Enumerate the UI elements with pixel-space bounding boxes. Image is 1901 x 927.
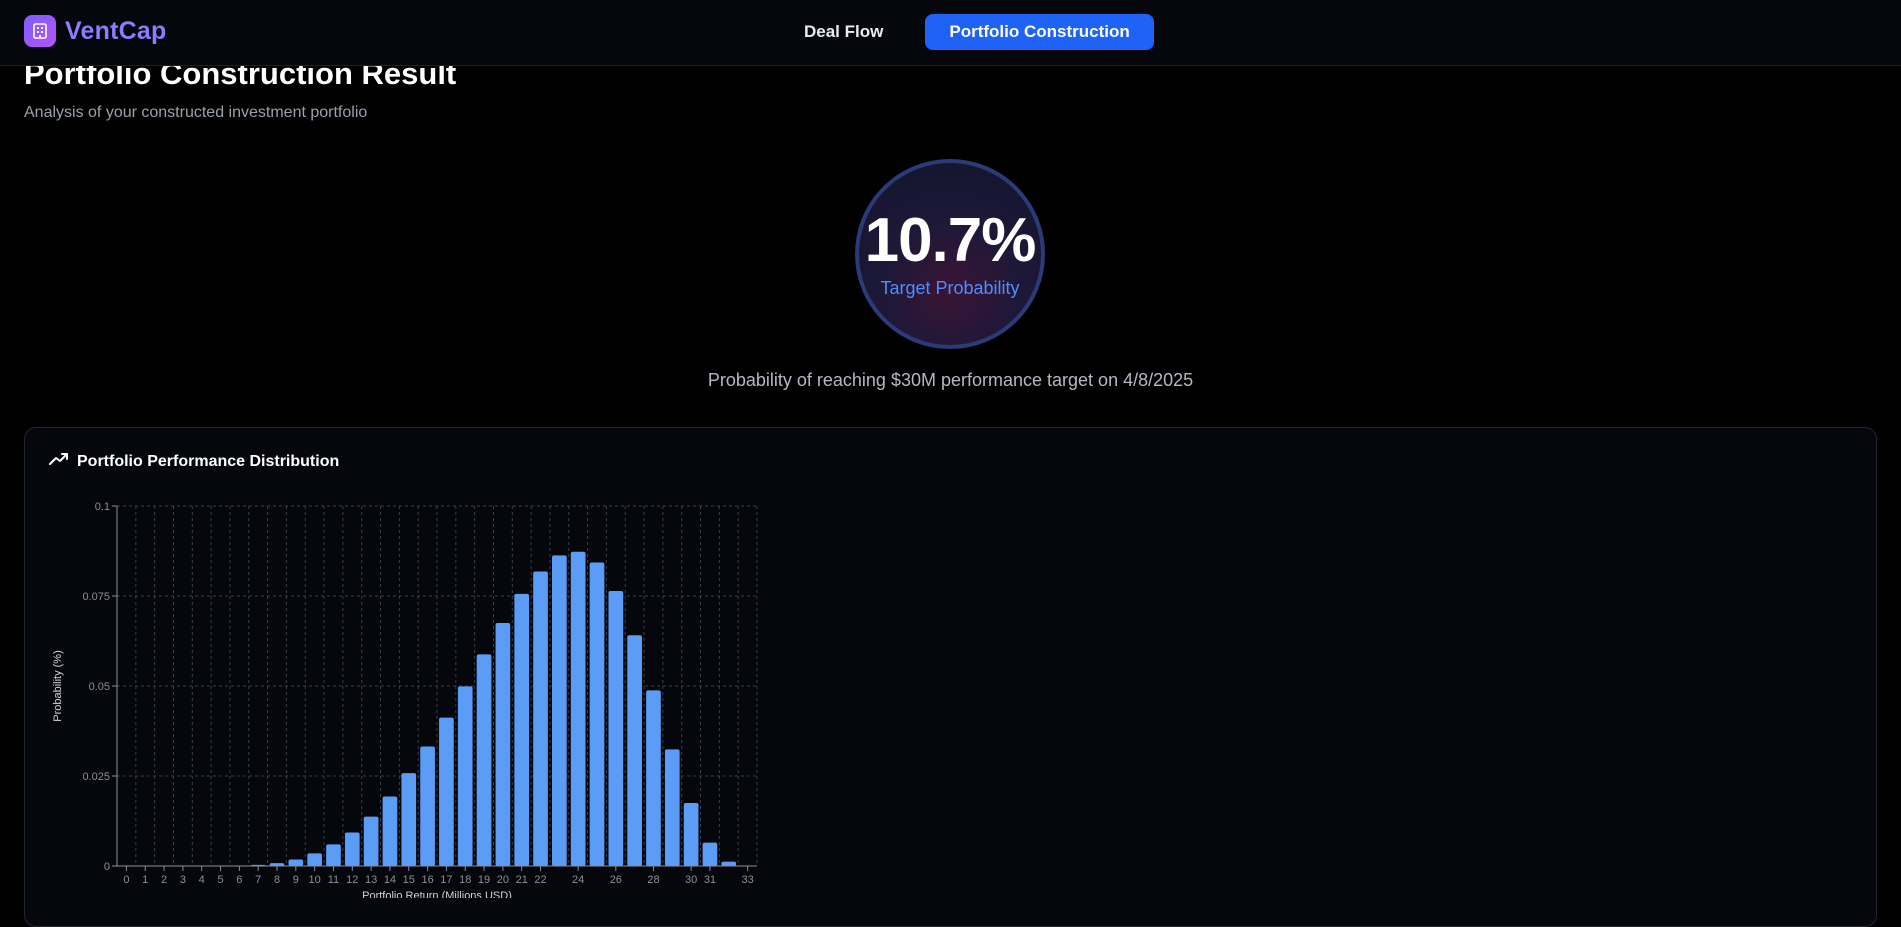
bar-31 — [702, 842, 718, 866]
x-tick-label: 26 — [610, 874, 622, 886]
y-tick-label: 0 — [104, 861, 110, 873]
target-probability-value: 10.7% — [864, 206, 1037, 275]
y-tick-label: 0.05 — [89, 681, 110, 693]
x-tick-label: 28 — [647, 874, 659, 886]
x-tick-label: 31 — [704, 874, 716, 886]
bar-21 — [514, 593, 530, 866]
distribution-chart: 00.0250.050.0750.10 1 2 3 4 5 6 7 8 9 10 11 12 13 14 15… — [52, 501, 758, 898]
x-tick-label: 7 — [255, 874, 261, 886]
y-tick-label: 0.025 — [82, 771, 110, 783]
y-tick-label: 0.075 — [82, 591, 110, 603]
x-tick-label: 8 — [274, 874, 280, 886]
bar-14 — [382, 796, 398, 866]
bar-30 — [683, 803, 699, 866]
bar-18 — [457, 686, 473, 866]
x-tick-label: 5 — [217, 874, 223, 886]
trending-up-icon — [49, 452, 69, 471]
bar-16 — [420, 746, 435, 866]
x-tick-label: 12 — [346, 874, 358, 886]
x-tick-label: 20 — [497, 874, 509, 886]
x-tick-label: 16 — [421, 874, 433, 886]
bar-19 — [476, 654, 492, 866]
x-axis-label: Portfolio Return (Millions USD) — [362, 890, 512, 898]
y-axis-label: Probability (%) — [52, 650, 64, 722]
bar-29 — [664, 749, 680, 866]
x-tick-label: 13 — [365, 874, 377, 886]
card-title: Portfolio Performance Distribution — [77, 452, 340, 470]
card-header: Portfolio Performance Distribution — [49, 452, 339, 471]
bar-9 — [288, 859, 304, 866]
x-tick-label: 11 — [328, 874, 339, 886]
building-icon — [24, 15, 56, 47]
bar-20 — [495, 623, 511, 866]
x-tick-label: 2 — [161, 874, 167, 886]
x-tick-label: 1 — [142, 874, 148, 886]
bar-12 — [344, 832, 360, 866]
target-probability-circle: 10.7% Target Probability — [855, 159, 1045, 349]
target-probability-label: Target Probability — [880, 278, 1020, 298]
brand[interactable]: VentCap — [24, 15, 166, 47]
bar-15 — [401, 773, 417, 866]
bar-17 — [439, 717, 454, 866]
nav-deal-flow[interactable]: Deal Flow — [780, 14, 907, 50]
top-navigation-bar: VentCap Deal Flow Portfolio Construction — [0, 0, 1901, 66]
x-tick-label: 0 — [123, 874, 129, 886]
bar-28 — [646, 690, 661, 866]
x-tick-label: 21 — [516, 874, 528, 886]
bar-25 — [589, 562, 605, 866]
bar-13 — [363, 816, 379, 866]
x-tick-label: 19 — [478, 874, 490, 886]
bar-11 — [326, 844, 341, 866]
x-tick-label: 15 — [403, 874, 415, 886]
x-tick-label: 17 — [440, 874, 452, 886]
nav-portfolio-construction[interactable]: Portfolio Construction — [925, 14, 1154, 50]
x-tick-label: 6 — [236, 874, 242, 886]
x-tick-label: 24 — [572, 874, 584, 886]
x-tick-label: 33 — [741, 874, 753, 886]
x-tick-label: 3 — [180, 874, 186, 886]
x-tick-label: 9 — [293, 874, 299, 886]
x-tick-label: 4 — [199, 874, 205, 886]
distribution-card: Portfolio Performance Distribution 0 0.02… — [24, 427, 1877, 927]
x-tick-label: 18 — [459, 874, 471, 886]
bar-27 — [627, 635, 642, 866]
main-nav: Deal Flow Portfolio Construction — [780, 14, 1154, 50]
x-tick-label: 14 — [384, 874, 396, 886]
target-probability-description: Probability of reaching $30M performance… — [707, 370, 1194, 390]
page-subtitle: Analysis of your constructed investment … — [24, 104, 368, 121]
bar-10 — [307, 853, 322, 866]
bar-23 — [552, 555, 567, 866]
x-tick-label: 22 — [534, 874, 546, 886]
bar-32 — [721, 861, 737, 866]
bar-24 — [570, 551, 586, 866]
bar-26 — [608, 590, 624, 866]
x-tick-label: 30 — [685, 874, 697, 886]
y-tick-label: 0.1 — [95, 501, 110, 513]
bar-22 — [533, 571, 548, 866]
x-tick-label: 10 — [309, 874, 321, 886]
brand-name: VentCap — [65, 16, 167, 45]
